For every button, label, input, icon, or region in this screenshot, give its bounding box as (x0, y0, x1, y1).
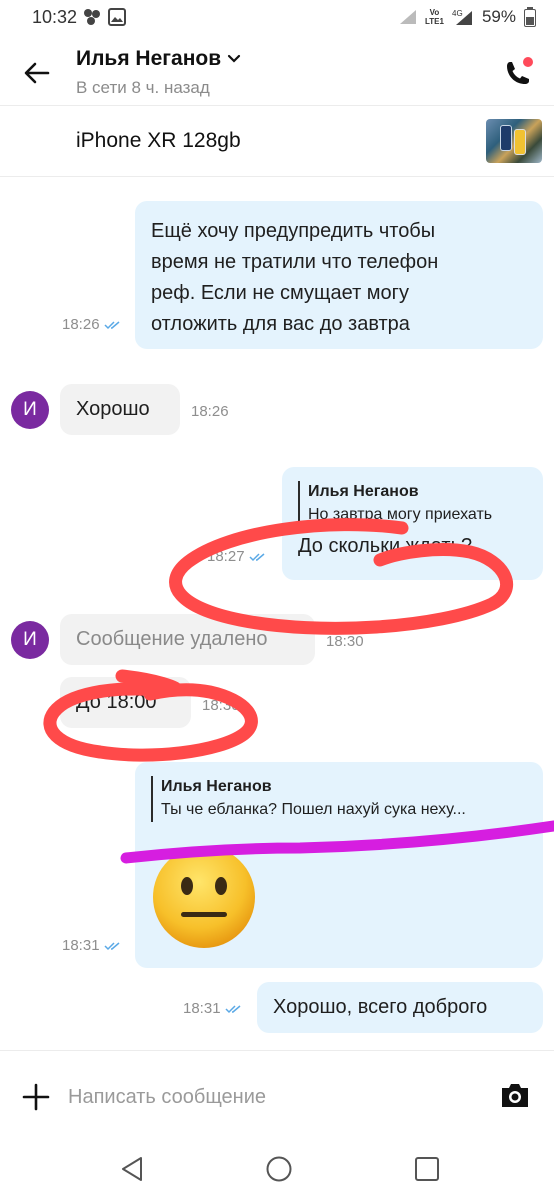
system-nav-bar (0, 1140, 554, 1200)
message-text: До скольки ждать? (298, 535, 473, 557)
reply-quote[interactable]: Илья Неганов Ты че ебланка? Пошел нахуй … (151, 776, 527, 822)
message-bubble-incoming[interactable]: Хорошо (60, 384, 180, 435)
back-arrow-icon (24, 62, 50, 84)
nav-recents-button[interactable] (412, 1154, 442, 1184)
gallery-icon (108, 8, 126, 26)
message-bubble-outgoing[interactable]: Илья Неганов Ты че ебланка? Пошел нахуй … (135, 762, 543, 968)
battery-icon (524, 7, 536, 27)
signal-icon (399, 9, 417, 25)
attach-button[interactable] (22, 1083, 50, 1111)
message-text-line: Ещё хочу предупредить чтобы (151, 220, 436, 242)
phone-photo (500, 125, 512, 151)
square-recents-icon (415, 1157, 439, 1181)
presence-status: В сети 8 ч. назад (76, 78, 210, 97)
contact-name: Илья Неганов (76, 47, 222, 70)
quote-author: Илья Неганов (161, 778, 272, 795)
message-time: 18:26 (62, 316, 122, 333)
message-time: 18:27 (207, 548, 267, 565)
read-ticks-icon (104, 320, 120, 329)
message-bubble-incoming[interactable]: До 18:00 (60, 677, 191, 728)
status-bar: 10:32 Vo LTE1 4G 59% (0, 0, 554, 36)
network-4g-signal-icon: 4G (452, 8, 474, 26)
avatar[interactable]: И (11, 621, 49, 659)
message-time: 18:30 (202, 697, 240, 714)
contact-name-dropdown[interactable]: Илья Неганов (76, 47, 241, 71)
message-bubble-deleted[interactable]: Сообщение удалено (60, 614, 315, 665)
chevron-down-icon (228, 54, 241, 63)
quote-text: Но завтра могу приехать (308, 506, 493, 523)
read-ticks-icon (225, 1004, 241, 1013)
message-input[interactable] (68, 1083, 468, 1111)
message-text: Хорошо (76, 398, 150, 420)
phone-icon (507, 57, 533, 84)
message-text: Хорошо, всего доброго (273, 996, 488, 1018)
circle-home-icon (266, 1156, 292, 1182)
back-button[interactable] (20, 56, 54, 90)
listing-thumbnail (486, 119, 542, 163)
quote-text: Ты че ебланка? Пошел нахуй сука неху... (161, 801, 466, 818)
message-text-line: отложить для вас до завтра (151, 313, 410, 335)
message-bubble-outgoing[interactable]: Ещё хочу предупредить чтобы время не тра… (135, 201, 543, 349)
message-bubble-outgoing[interactable]: Илья Неганов Но завтра могу приехать До … (282, 467, 543, 580)
camera-icon (502, 1084, 528, 1107)
message-composer (0, 1050, 554, 1140)
listing-title: iPhone XR 128gb (76, 129, 241, 152)
message-text-line: время не тратили что телефон (151, 251, 439, 273)
reply-quote[interactable]: Илья Неганов Но завтра могу приехать (298, 481, 527, 527)
battery-percent: 59% (481, 7, 516, 26)
message-time: 18:31 (183, 1000, 243, 1017)
message-time: 18:26 (191, 403, 229, 420)
svg-text:4G: 4G (452, 9, 463, 18)
call-button[interactable] (498, 54, 536, 92)
listing-bar[interactable]: iPhone XR 128gb (0, 107, 554, 177)
phone-photo (514, 129, 526, 155)
message-bubble-outgoing[interactable]: Хорошо, всего доброго (257, 982, 543, 1033)
camera-button[interactable] (500, 1081, 530, 1109)
status-time: 10:32 (32, 7, 78, 27)
message-text-line: реф. Если не смущает могу (151, 282, 409, 304)
volte-indicator: Vo LTE1 (425, 8, 444, 26)
message-time: 18:31 (62, 937, 122, 954)
nav-back-button[interactable] (117, 1154, 147, 1184)
read-ticks-icon (104, 941, 120, 950)
neutral-face-emoji-icon (151, 844, 527, 950)
avatar[interactable]: И (11, 391, 49, 429)
triangle-back-icon (122, 1157, 142, 1181)
message-text: До 18:00 (76, 691, 157, 713)
message-time: 18:30 (326, 633, 364, 650)
read-ticks-icon (249, 552, 265, 561)
quote-author: Илья Неганов (308, 483, 419, 500)
chat-header: Илья Неганов В сети 8 ч. назад (0, 36, 554, 106)
notification-bubbles-icon (82, 8, 102, 26)
plus-icon (22, 1083, 50, 1111)
nav-home-button[interactable] (264, 1154, 294, 1184)
message-text: Сообщение удалено (76, 628, 268, 650)
